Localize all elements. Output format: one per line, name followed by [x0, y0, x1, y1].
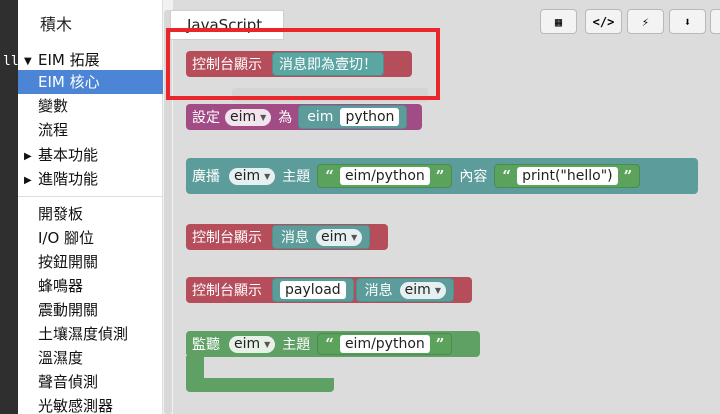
category-label: 溫濕度 [38, 349, 84, 367]
open-quote-icon: “ [325, 335, 334, 353]
listen-block[interactable]: 監聽 eim ▼ 主題 “ eim/python ” [186, 331, 480, 357]
category-label: 流程 [38, 121, 69, 139]
block-label: 消息 [364, 283, 393, 299]
topic-string-block[interactable]: “ eim/python ” [317, 333, 453, 355]
category-label: 變數 [38, 97, 69, 115]
category-flow[interactable]: 流程 [18, 118, 163, 142]
blocks-tab[interactable]: 積木 [18, 10, 163, 40]
highlight-annotation [166, 28, 440, 100]
block-label: 消息 [281, 230, 309, 246]
code-icon: </> [592, 14, 615, 29]
content-string-block[interactable]: “ print("hello") ” [494, 164, 641, 188]
category-temp-humidity[interactable]: 溫濕度 [18, 346, 163, 370]
lightning-icon: ⚡ [641, 14, 650, 29]
dropdown-arrow-icon: ▼ [264, 171, 271, 181]
listen-block-body [186, 356, 204, 378]
block-label: 主題 [282, 169, 311, 185]
category-io-pin[interactable]: I/O 腳位 [18, 226, 163, 250]
dropdown-value: eim [234, 168, 261, 184]
category-label: EIM 拓展 [38, 51, 100, 69]
open-quote-icon: “ [502, 167, 512, 185]
block-label: 控制台顯示 [192, 230, 262, 246]
category-button-switch[interactable]: 按鈕開關 [18, 250, 163, 274]
collapsed-triangle-icon: ▶ [24, 151, 32, 162]
category-label: 開發板 [38, 205, 84, 223]
console-display-message-block[interactable]: 控制台顯示 消息 eim ▼ [186, 224, 388, 250]
broadcast-block[interactable]: 廣播 eim ▼ 主題 “ eim/python ” 內容 “ print("he… [186, 158, 698, 194]
dropdown-value: eim [234, 336, 261, 352]
dropdown-value: eim [404, 282, 431, 298]
block-label: 主題 [282, 337, 311, 353]
close-quote-icon: ” [435, 335, 445, 353]
eim-message-block[interactable]: 消息 eim ▼ [355, 278, 454, 302]
close-quote-icon: ” [623, 167, 633, 185]
eim-type-field[interactable]: python [340, 108, 400, 126]
qr-code-button[interactable]: ▦ [540, 9, 577, 34]
block-label: 設定 [192, 110, 220, 126]
qr-code-icon: ▦ [554, 14, 563, 29]
category-label: 進階功能 [38, 170, 99, 188]
category-eim-core[interactable]: EIM 核心 [18, 70, 163, 94]
category-label: 蜂鳴器 [38, 277, 84, 295]
payload-field[interactable]: payload [280, 281, 346, 299]
category-basic-functions[interactable]: ▶ 基本功能 [18, 143, 163, 167]
category-buzzer[interactable]: 蜂鳴器 [18, 274, 163, 298]
dropdown-arrow-icon: ▼ [434, 285, 441, 295]
category-label: 基本功能 [38, 146, 99, 164]
console-display-payload-block[interactable]: 控制台顯示 payload 消息 eim ▼ [186, 277, 472, 303]
variable-dropdown[interactable]: eim ▼ [225, 108, 272, 126]
topic-string-block[interactable]: “ eim/python ” [317, 164, 453, 188]
category-label: 震動開關 [38, 301, 99, 319]
block-label: 內容 [459, 169, 488, 185]
category-label: 土壤濕度偵測 [38, 325, 129, 343]
category-vibration-switch[interactable]: 震動開關 [18, 298, 163, 322]
topic-field[interactable]: eim/python [339, 335, 430, 353]
block-label: 控制台顯示 [192, 283, 262, 299]
category-variables[interactable]: 變數 [18, 94, 163, 118]
eim-message-block[interactable]: 消息 eim ▼ [272, 225, 371, 249]
category-light-sensor[interactable]: 光敏感測器 [18, 394, 163, 414]
category-sound-detect[interactable]: 聲音偵測 [18, 370, 163, 394]
category-soil-moisture[interactable]: 土壤濕度偵測 [18, 322, 163, 346]
variable-dropdown[interactable]: eim ▼ [316, 228, 363, 246]
collapsed-triangle-icon: ▶ [24, 175, 32, 186]
download-button[interactable]: ⬇ [669, 9, 706, 34]
run-button[interactable]: ⚡ [627, 9, 664, 34]
listen-block-footer [186, 378, 334, 392]
payload-block[interactable]: payload [272, 278, 354, 302]
category-label: 聲音偵測 [38, 373, 99, 391]
category-label: I/O 腳位 [38, 229, 95, 247]
left-strip-mark: ll [3, 54, 19, 69]
topic-field[interactable]: eim/python [339, 167, 430, 185]
variable-dropdown[interactable]: eim ▼ [399, 281, 446, 299]
left-edge-strip: ll [0, 0, 19, 414]
block-label: 為 [278, 110, 293, 126]
category-advanced-functions[interactable]: ▶ 進階功能 [18, 167, 163, 191]
category-divider [18, 196, 163, 197]
category-label: EIM 核心 [38, 73, 100, 91]
open-quote-icon: “ [325, 167, 334, 185]
block-label: 監聽 [192, 337, 220, 353]
variable-dropdown[interactable]: eim ▼ [229, 167, 276, 185]
dropdown-arrow-icon: ▼ [351, 232, 358, 242]
variable-dropdown[interactable]: eim ▼ [229, 335, 276, 353]
category-panel: 積木 ▼ EIM 拓展 EIM 核心 變數 流程 ▶ 基本功能 ▶ 進階功能 開發板 … [18, 0, 163, 414]
category-label: 光敏感測器 [38, 397, 114, 414]
dropdown-arrow-icon: ▼ [260, 112, 267, 122]
more-button[interactable] [710, 9, 720, 34]
category-label: 按鈕開關 [38, 253, 99, 271]
code-view-button[interactable]: </> [585, 9, 622, 34]
dropdown-arrow-icon: ▼ [264, 339, 271, 349]
close-quote-icon: ” [435, 167, 445, 185]
download-box-icon: ⬇ [683, 14, 692, 29]
dropdown-value: eim [321, 229, 348, 245]
eim-python-block[interactable]: eim python [298, 105, 408, 129]
block-label: eim [307, 109, 334, 125]
category-eim-extension[interactable]: ▼ EIM 拓展 [18, 48, 163, 72]
dropdown-value: eim [230, 109, 257, 125]
content-field[interactable]: print("hello") [517, 167, 618, 185]
category-board[interactable]: 開發板 [18, 202, 163, 226]
set-variable-block[interactable]: 設定 eim ▼ 為 eim python [186, 104, 422, 130]
block-label: 廣播 [192, 169, 220, 185]
